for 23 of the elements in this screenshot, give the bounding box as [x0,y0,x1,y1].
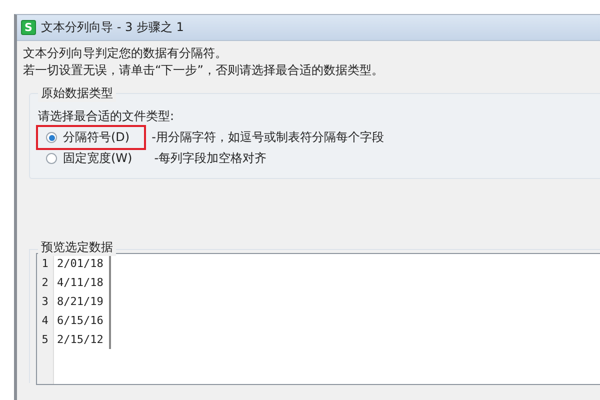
line-number: 2 [40,275,50,291]
option-description: -用分隔字符，如逗号或制表符分隔每个字段 [152,129,384,146]
app-logo-icon: S [21,20,36,35]
data-cell-text: 4/11/18 [57,275,104,291]
option-description: -每列字段加空格对齐 [154,150,267,167]
intro-text: 若一切设置无误，请单击“下一步”，否则请选择最合适的数据类型。 [23,62,384,79]
data-cell-text: 8/21/19 [57,294,104,310]
radio-label[interactable]: 分隔符号(D) [63,129,130,146]
data-cell-text: 6/15/16 [57,313,104,329]
line-number: 4 [40,313,50,329]
data-cell-text: 2/15/12 [57,332,104,348]
window-title: 文本分列向导 - 3 步骤之 1 [41,19,184,36]
radio-label[interactable]: 固定宽度(W) [63,150,132,167]
line-number: 1 [40,256,50,272]
line-number: 5 [40,332,50,348]
radio-button[interactable] [46,153,57,164]
data-cell-text: 2/01/18 [57,256,104,272]
prompt-text: 请选择最合适的文件类型: [38,108,176,125]
group-legend: 原始数据类型 [38,85,116,102]
group-legend: 预览选定数据 [38,239,116,256]
radio-button[interactable] [46,132,57,143]
line-number: 3 [40,294,50,310]
intro-text: 文本分列向导判定您的数据有分隔符。 [23,45,228,62]
